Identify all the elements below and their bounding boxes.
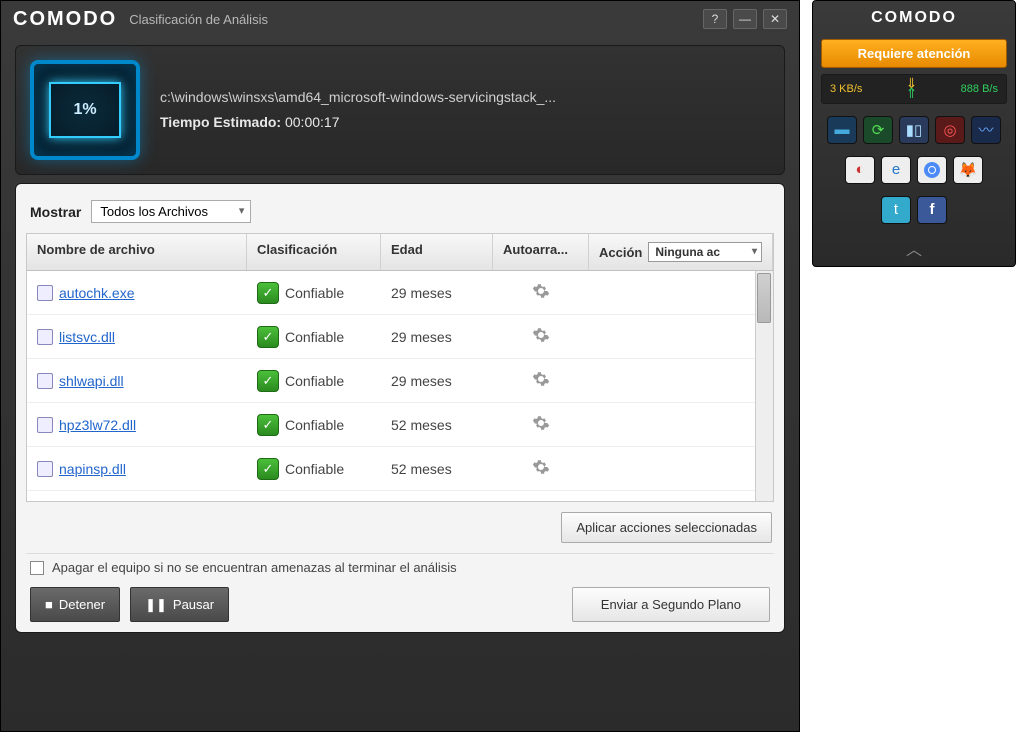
- gear-icon[interactable]: [532, 414, 550, 435]
- classification-value: Confiable: [285, 373, 344, 389]
- minimize-button[interactable]: —: [733, 9, 757, 29]
- ie-icon[interactable]: e: [881, 156, 911, 184]
- apply-actions-button[interactable]: Aplicar acciones seleccionadas: [561, 512, 772, 543]
- classification-value: Confiable: [285, 461, 344, 477]
- eta-label: Tiempo Estimado:: [160, 114, 281, 130]
- send-background-button[interactable]: Enviar a Segundo Plano: [572, 587, 770, 622]
- network-stats: 3 KB/s ⇓⇑ 888 B/s: [821, 74, 1007, 104]
- classification-value: Confiable: [285, 417, 344, 433]
- filter-dropdown[interactable]: Todos los Archivos: [91, 200, 251, 223]
- file-link[interactable]: hpz3lw72.dll: [59, 417, 136, 433]
- bottom-buttons: ■ Detener ❚❚ Pausar Enviar a Segundo Pla…: [26, 587, 774, 622]
- col-autorun[interactable]: Autoarra...: [493, 234, 589, 270]
- progress-percent: 1%: [49, 82, 121, 138]
- table-row[interactable]: napinsp.dll ✓ Confiable 52 meses: [27, 447, 773, 491]
- eta-value: 00:00:17: [285, 114, 340, 130]
- app-shortcuts: ▬ ⟳ ▮▯ ◎ 〰: [813, 110, 1015, 150]
- gear-icon[interactable]: [532, 282, 550, 303]
- upload-speed: 888 B/s: [961, 83, 998, 95]
- stop-icon: ■: [45, 597, 53, 612]
- chrome-icon[interactable]: [917, 156, 947, 184]
- stop-button[interactable]: ■ Detener: [30, 587, 120, 622]
- file-icon: [37, 285, 53, 301]
- facebook-icon[interactable]: f: [917, 196, 947, 224]
- attention-alert[interactable]: Requiere atención: [821, 39, 1007, 68]
- table-row[interactable]: listsvc.dll ✓ Confiable 29 meses: [27, 315, 773, 359]
- scrollbar[interactable]: [755, 271, 773, 501]
- file-link[interactable]: autochk.exe: [59, 285, 135, 301]
- twitter-icon[interactable]: t: [881, 196, 911, 224]
- shutdown-row: Apagar el equipo si no se encuentran ame…: [26, 553, 774, 587]
- col-age[interactable]: Edad: [381, 234, 493, 270]
- close-button[interactable]: ✕: [763, 9, 787, 29]
- results-table: Nombre de archivo Clasificación Edad Aut…: [26, 233, 774, 502]
- scan-path: c:\windows\winsxs\amd64_microsoft-window…: [160, 85, 556, 110]
- table-row[interactable]: shlwapi.dll ✓ Confiable 29 meses: [27, 359, 773, 403]
- window-controls: ? — ✕: [703, 9, 787, 29]
- trusted-badge-icon: ✓: [257, 458, 279, 480]
- age-value: 29 meses: [381, 285, 493, 301]
- firefox-icon[interactable]: 🦊: [953, 156, 983, 184]
- file-icon: [37, 417, 53, 433]
- col-filename[interactable]: Nombre de archivo: [27, 234, 247, 270]
- download-speed: 3 KB/s: [830, 83, 862, 95]
- desktop-widget: COMODO Requiere atención 3 KB/s ⇓⇑ 888 B…: [812, 0, 1016, 267]
- trusted-badge-icon: ✓: [257, 282, 279, 304]
- shutdown-checkbox[interactable]: [30, 561, 44, 575]
- age-value: 29 meses: [381, 373, 493, 389]
- file-icon: [37, 373, 53, 389]
- trusted-badge-icon: ✓: [257, 370, 279, 392]
- widget-header: COMODO: [813, 1, 1015, 35]
- table-body: autochk.exe✓Confiable29 meseslistsvc.dll…: [27, 271, 773, 501]
- widget-brand: COMODO: [821, 9, 1007, 27]
- title-bar: COMODO Clasificación de Análisis ? — ✕: [1, 1, 799, 37]
- age-value: 52 meses: [381, 461, 493, 477]
- shortcut-1[interactable]: ▬: [827, 116, 857, 144]
- dragon-icon[interactable]: ◐: [845, 156, 875, 184]
- social-shortcuts: t f: [813, 190, 1015, 230]
- apply-row: Aplicar acciones seleccionadas: [26, 502, 774, 553]
- table-row[interactable]: hpz3lw72.dll ✓ Confiable 52 meses: [27, 403, 773, 447]
- pause-button[interactable]: ❚❚ Pausar: [130, 587, 229, 622]
- col-action[interactable]: Acción Ninguna ac: [589, 234, 773, 270]
- shortcut-3[interactable]: ▮▯: [899, 116, 929, 144]
- browser-shortcuts: ◐ e 🦊: [813, 150, 1015, 190]
- gear-icon[interactable]: [532, 326, 550, 347]
- scan-window: COMODO Clasificación de Análisis ? — ✕ 1…: [0, 0, 800, 732]
- pause-icon: ❚❚: [145, 597, 167, 613]
- shutdown-label: Apagar el equipo si no se encuentran ame…: [52, 560, 457, 575]
- file-icon: [37, 329, 53, 345]
- shortcut-2[interactable]: ⟳: [863, 116, 893, 144]
- filter-label: Mostrar: [30, 204, 81, 220]
- arrows-icon: ⇓⇑: [906, 79, 918, 99]
- classification-value: Confiable: [285, 285, 344, 301]
- table-row[interactable]: autochk.exe ✓ Confiable 29 meses: [27, 271, 773, 315]
- shortcut-5[interactable]: 〰: [971, 116, 1001, 144]
- shortcut-4[interactable]: ◎: [935, 116, 965, 144]
- file-link[interactable]: listsvc.dll: [59, 329, 115, 345]
- filter-row: Mostrar Todos los Archivos: [26, 194, 774, 233]
- trusted-badge-icon: ✓: [257, 414, 279, 436]
- collapse-arrow-icon[interactable]: ︿: [813, 230, 1015, 266]
- gear-icon[interactable]: [532, 458, 550, 479]
- trusted-badge-icon: ✓: [257, 326, 279, 348]
- gear-icon[interactable]: [532, 370, 550, 391]
- brand-logo: COMODO: [13, 8, 117, 31]
- content-panel: Mostrar Todos los Archivos Nombre de arc…: [15, 183, 785, 633]
- progress-panel: 1% c:\windows\winsxs\amd64_microsoft-win…: [15, 45, 785, 175]
- file-icon: [37, 461, 53, 477]
- age-value: 29 meses: [381, 329, 493, 345]
- classification-value: Confiable: [285, 329, 344, 345]
- window-title: Clasificación de Análisis: [129, 12, 268, 27]
- col-classification[interactable]: Clasificación: [247, 234, 381, 270]
- progress-text: c:\windows\winsxs\amd64_microsoft-window…: [160, 85, 556, 135]
- file-link[interactable]: napinsp.dll: [59, 461, 126, 477]
- age-value: 52 meses: [381, 417, 493, 433]
- table-header: Nombre de archivo Clasificación Edad Aut…: [27, 234, 773, 271]
- file-link[interactable]: shlwapi.dll: [59, 373, 124, 389]
- help-button[interactable]: ?: [703, 9, 727, 29]
- scrollbar-thumb[interactable]: [757, 273, 771, 323]
- action-dropdown[interactable]: Ninguna ac: [648, 242, 762, 262]
- monitor-icon: 1%: [30, 60, 140, 160]
